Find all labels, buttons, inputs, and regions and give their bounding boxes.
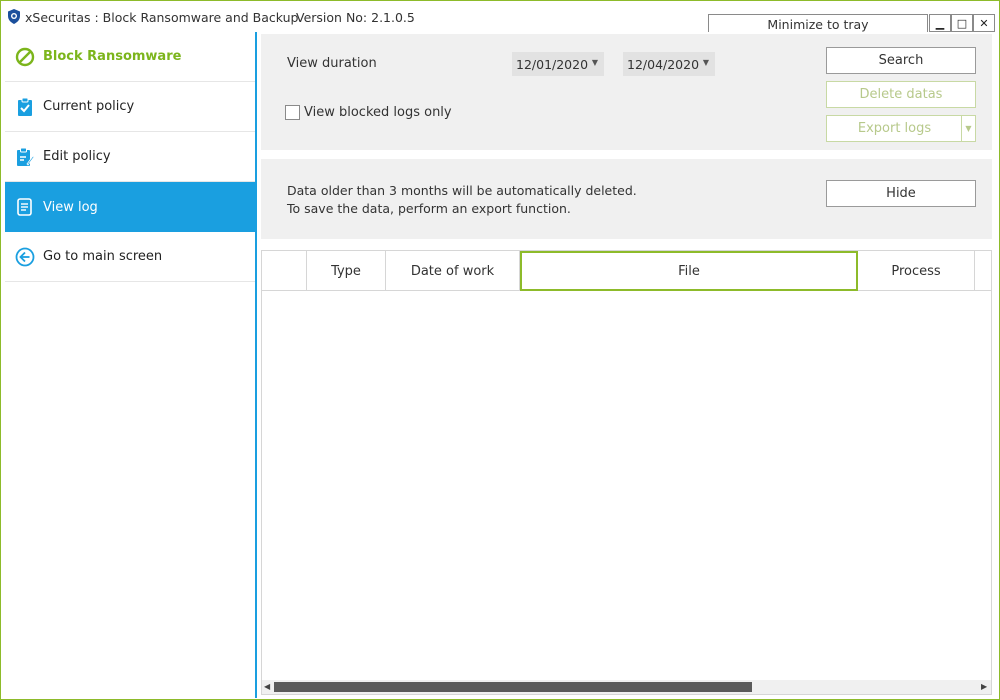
app-window: xSecuritas : Block Ransomware and Backup… [0, 0, 1000, 700]
title-bar: xSecuritas : Block Ransomware and Backup… [1, 1, 999, 32]
app-title: xSecuritas : Block Ransomware and Backup [25, 10, 299, 25]
date-from-picker[interactable]: 12/01/2020 ▼ [512, 52, 604, 76]
sidebar-header-block-ransomware: Block Ransomware [5, 32, 255, 82]
date-to-value: 12/04/2020 [627, 56, 700, 72]
sidebar-item-go-to-main-screen[interactable]: Go to main screen [5, 232, 255, 282]
log-scroll-icon [15, 197, 35, 217]
close-icon: ✕ [979, 16, 989, 30]
shield-logo-icon [8, 9, 20, 24]
minimize-button[interactable]: ▁ [929, 14, 951, 32]
dropdown-arrow-icon: ▼ [591, 58, 598, 67]
maximize-icon: □ [956, 16, 968, 30]
sidebar-item-label: View log [43, 199, 98, 215]
scroll-left-icon[interactable]: ◀ [264, 682, 272, 692]
maximize-button[interactable]: □ [951, 14, 973, 32]
table-header: Type Date of work File Process [262, 251, 991, 291]
sidebar-item-label: Current policy [43, 99, 135, 114]
export-logs-button[interactable]: Export logs ▼ [826, 115, 976, 142]
sidebar-header-label: Block Ransomware [43, 49, 182, 64]
sidebar: Block Ransomware Current policy Edit pol… [5, 32, 256, 698]
export-logs-label: Export logs [857, 121, 932, 136]
sidebar-item-label: Go to main screen [43, 249, 163, 264]
search-button[interactable]: Search [826, 47, 976, 74]
dropdown-arrow-icon: ▼ [702, 58, 709, 67]
column-header-select[interactable] [262, 251, 307, 291]
scroll-right-icon[interactable]: ▶ [981, 682, 989, 692]
blocked-only-checkbox[interactable] [285, 105, 300, 120]
clipboard-edit-icon [15, 147, 35, 167]
arrow-left-circle-icon [15, 247, 35, 267]
sidebar-item-edit-policy[interactable]: Edit policy [5, 132, 255, 182]
export-dropdown-icon[interactable]: ▼ [961, 116, 975, 141]
date-from-value: 12/01/2020 [516, 56, 589, 72]
view-duration-label: View duration [287, 56, 377, 71]
close-button[interactable]: ✕ [973, 14, 995, 32]
column-header-file[interactable]: File [520, 251, 858, 291]
column-header-date-of-work[interactable]: Date of work [386, 251, 520, 291]
horizontal-scrollbar[interactable]: ◀ ▶ [262, 680, 991, 694]
blocked-only-label: View blocked logs only [304, 105, 452, 120]
notice-line-2: To save the data, perform an export func… [287, 201, 571, 216]
minimize-icon: ▁ [935, 16, 945, 30]
block-icon [15, 47, 35, 67]
filter-panel: View duration 12/01/2020 ▼ 12/04/2020 ▼ … [261, 34, 992, 150]
log-table: Type Date of work File Process ◀ ▶ [261, 250, 992, 695]
notice-line-1: Data older than 3 months will be automat… [287, 183, 637, 198]
app-version: Version No: 2.1.0.5 [296, 10, 415, 25]
minimize-to-tray-button[interactable]: Minimize to tray [708, 14, 928, 32]
date-to-picker[interactable]: 12/04/2020 ▼ [623, 52, 715, 76]
delete-datas-button[interactable]: Delete datas [826, 81, 976, 108]
hide-button[interactable]: Hide [826, 180, 976, 207]
blocked-only-toggle[interactable]: View blocked logs only [285, 105, 452, 120]
column-header-process[interactable]: Process [858, 251, 975, 291]
sidebar-item-current-policy[interactable]: Current policy [5, 82, 255, 132]
clipboard-check-icon [15, 97, 35, 117]
scrollbar-thumb[interactable] [274, 682, 752, 692]
column-header-type[interactable]: Type [307, 251, 386, 291]
sidebar-item-label: Edit policy [43, 149, 111, 164]
main-content: View duration 12/01/2020 ▼ 12/04/2020 ▼ … [257, 32, 999, 698]
sidebar-item-view-log[interactable]: View log [5, 182, 255, 232]
notice-panel: Data older than 3 months will be automat… [261, 159, 992, 239]
